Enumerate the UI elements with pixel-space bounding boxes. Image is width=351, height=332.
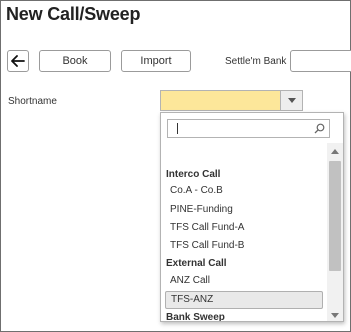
settle-bank-input[interactable]	[290, 50, 351, 72]
search-icon	[314, 123, 325, 134]
chevron-up-icon	[331, 148, 339, 154]
page-title: New Call/Sweep	[6, 4, 141, 24]
window-frame: New Call/Sweep Book Import Settle'm Bank…	[0, 0, 351, 332]
scroll-down-button[interactable]	[327, 309, 343, 321]
dropdown-search-input[interactable]	[167, 119, 330, 138]
option-tfs-call-fund-b[interactable]: TFS Call Fund-B	[165, 237, 323, 255]
scroll-up-button[interactable]	[327, 145, 343, 157]
book-button[interactable]: Book	[39, 50, 111, 72]
dropdown-scrollbar[interactable]	[327, 143, 343, 321]
import-button[interactable]: Import	[121, 50, 191, 72]
group-label-bank-sweep: Bank Sweep	[166, 312, 225, 322]
settle-bank-label: Settle'm Bank	[225, 56, 287, 67]
option-tfs-anz[interactable]: TFS-ANZ	[165, 291, 323, 309]
shortname-dropdown: Interco Call Co.A - Co.B PINE-Funding TF…	[160, 112, 344, 322]
option-pine-funding[interactable]: PINE-Funding	[165, 201, 323, 219]
chevron-down-icon	[331, 312, 339, 318]
arrow-left-icon	[11, 55, 25, 67]
option-anz-call[interactable]: ANZ Call	[165, 272, 323, 290]
option-co-a-co-b[interactable]: Co.A - Co.B	[165, 182, 323, 200]
group-label-external-call: External Call	[166, 258, 227, 269]
shortname-label: Shortname	[8, 96, 57, 107]
select-toggle-button[interactable]	[280, 91, 302, 110]
group-label-interco-call: Interco Call	[166, 169, 221, 180]
chevron-down-icon	[287, 98, 296, 103]
scroll-thumb[interactable]	[329, 161, 341, 271]
shortname-select[interactable]	[160, 90, 303, 111]
back-button[interactable]	[7, 50, 29, 72]
option-tfs-call-fund-a[interactable]: TFS Call Fund-A	[165, 219, 323, 237]
text-cursor	[177, 123, 178, 134]
